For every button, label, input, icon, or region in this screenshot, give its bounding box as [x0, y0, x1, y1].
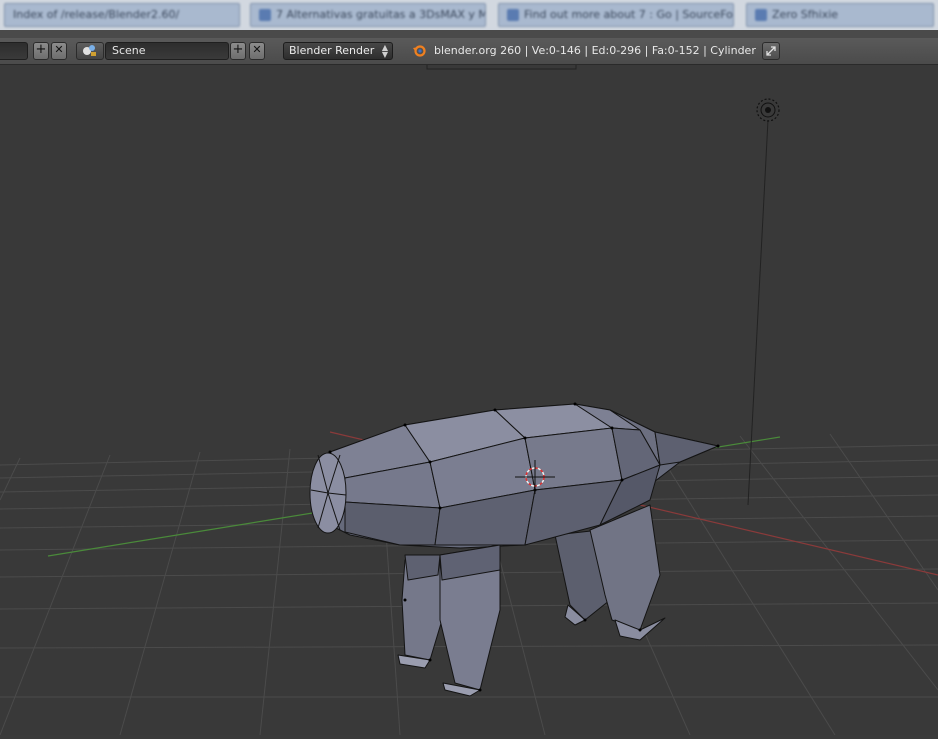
- tab-favicon-icon: [259, 9, 271, 21]
- add-scene-button[interactable]: +: [230, 42, 246, 60]
- fullscreen-icon: [766, 46, 776, 56]
- tab-favicon-icon: [755, 9, 767, 21]
- blender-logo-icon: [413, 45, 426, 57]
- lamp-icon[interactable]: [756, 98, 780, 122]
- browser-tab-bar: Index of /release/Blender2.60/ 7 Alterna…: [0, 0, 938, 31]
- screen-layout-field[interactable]: [0, 42, 28, 60]
- scene-icon: [83, 45, 96, 56]
- fullscreen-button[interactable]: [762, 42, 780, 60]
- viewport-canvas: [0, 64, 938, 736]
- add-screen-button[interactable]: +: [33, 42, 49, 60]
- info-header: + ✕ Scene + ✕ Blender Render ▲ ▼ blender.…: [0, 38, 938, 65]
- scene-statistics: blender.org 260 | Ve:0-146 | Ed:0-296 | …: [412, 42, 756, 60]
- tab-favicon-icon: [507, 9, 519, 21]
- scene-name-field[interactable]: Scene: [105, 42, 229, 60]
- browser-tab-1[interactable]: Index of /release/Blender2.60/: [4, 3, 240, 27]
- remove-screen-button[interactable]: ✕: [51, 42, 67, 60]
- remove-scene-button[interactable]: ✕: [249, 42, 265, 60]
- dropdown-arrows-icon: ▲ ▼: [381, 43, 388, 59]
- remove-icon: ✕: [252, 43, 262, 56]
- remove-icon: ✕: [54, 43, 64, 56]
- lamp-line: [747, 119, 769, 506]
- browser-tab-4[interactable]: Zero Sfhixie: [746, 3, 934, 27]
- browser-tab-3[interactable]: Find out more about 7 : Go | SourceFo...: [498, 3, 734, 27]
- 3d-viewport[interactable]: [0, 64, 938, 736]
- mesh-object[interactable]: [309, 403, 719, 697]
- add-icon: +: [35, 42, 47, 57]
- browser-tab-2[interactable]: 7 Alternativas gratuitas a 3DsMAX y M...: [250, 3, 486, 27]
- header-spacer: [0, 30, 938, 38]
- scene-selector-button[interactable]: [76, 42, 104, 60]
- render-engine-dropdown[interactable]: Blender Render ▲ ▼: [283, 42, 393, 60]
- add-icon: +: [232, 42, 244, 57]
- header-resize-marker: [426, 64, 577, 70]
